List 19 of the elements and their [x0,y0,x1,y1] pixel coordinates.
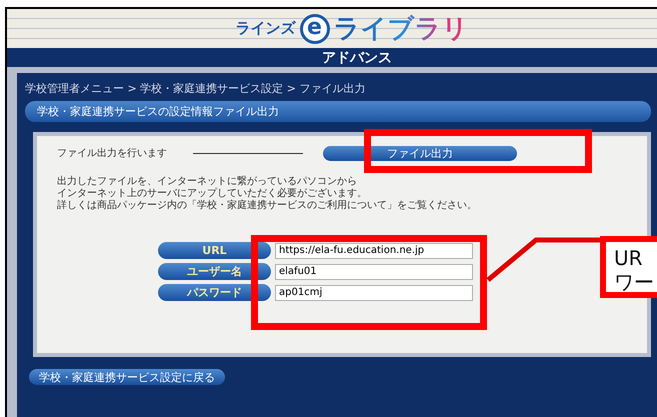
logo-mark: e [300,14,330,44]
section-title: 学校・家庭連携サービスの設定情報ファイル出力 [25,101,651,122]
field-label: URL [158,242,271,259]
export-button[interactable]: ファイル出力 [323,146,517,160]
input-field[interactable]: https://ela-fu.education.ne.jp [275,242,473,258]
description-line: 詳しくは商品パッケージ内の「学校・家庭連携サービスのご利用について」をご覧ください。 [57,200,478,212]
description-line: 出力したファイルを、インターネットに繋がっているパソコンから [57,176,358,188]
description-line: インターネット上のサーバにアップしていただく必要がございます。 [57,188,368,200]
edition-title: アドバンス [322,48,392,67]
input-field[interactable]: elafu01 [275,264,473,280]
input-field[interactable]: ap01cmj [275,284,473,300]
brand-text: ラインズ [236,19,296,38]
field-label: ユーザー名 [158,263,271,280]
back-button[interactable]: 学校・家庭連携サービス設定に戻る [29,369,225,385]
callout-text: UR [614,246,644,270]
export-label: ファイル出力を行います [57,146,167,160]
field-label: パスワード [158,284,271,301]
callout-text: ワー [614,270,655,294]
breadcrumb: 学校管理者メニュー > 学校・家庭連携サービス設定 > ファイル出力 [25,81,366,97]
